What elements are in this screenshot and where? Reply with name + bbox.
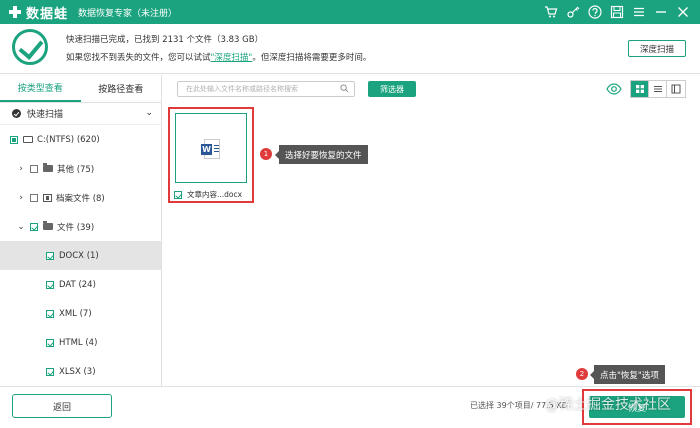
- folder-icon: [43, 221, 53, 230]
- step2-tooltip: 点击"恢复"选项: [590, 365, 665, 384]
- folder-icon: [43, 163, 53, 172]
- dat-checkbox[interactable]: [46, 280, 54, 289]
- tree-item-label: DOCX (1): [59, 250, 99, 261]
- list-view-icon[interactable]: [649, 81, 667, 97]
- search-box[interactable]: [177, 81, 355, 97]
- scan-status-panel: 快速扫描已完成，已找到 2131 个文件（3.83 GB） 如果您找不到丢失的文…: [0, 24, 700, 74]
- step1-badge: 1: [260, 148, 272, 160]
- check-circle-icon: [12, 29, 48, 65]
- docx-checkbox[interactable]: [46, 251, 54, 260]
- key-icon[interactable]: [562, 1, 584, 23]
- tree-item-other[interactable]: › 其他 (75): [0, 154, 161, 183]
- xlsx-checkbox[interactable]: [46, 367, 54, 376]
- step1-tooltip: 选择好要恢复的文件: [275, 145, 368, 164]
- deep-scan-link[interactable]: "深度扫描": [211, 53, 253, 63]
- chevron-down-icon[interactable]: ⌄: [16, 222, 26, 232]
- archive-checkbox[interactable]: [30, 193, 38, 202]
- chevron-down-icon[interactable]: ⌄: [145, 108, 153, 118]
- save-icon[interactable]: [606, 1, 628, 23]
- menu-icon[interactable]: [628, 1, 650, 23]
- tree-item-label: DAT (24): [59, 279, 96, 290]
- tree-item-xml[interactable]: XML (7): [0, 299, 161, 328]
- tree-item-docx[interactable]: DOCX (1): [0, 241, 161, 270]
- main-toolbar: 筛选器: [163, 75, 700, 103]
- search-input[interactable]: [186, 85, 336, 93]
- tab-by-path[interactable]: 按路径查看: [81, 75, 162, 102]
- archive-icon: [43, 193, 52, 202]
- plus-logo-icon: [8, 5, 22, 19]
- tree-item-label: XLSX (3): [59, 366, 96, 377]
- help-icon[interactable]: [584, 1, 606, 23]
- tree-item-xlsx[interactable]: XLSX (3): [0, 357, 161, 386]
- logo-text: 数据蛙: [26, 6, 69, 22]
- title-bar: 数据蛙 数据恢复专家（未注册）: [0, 0, 700, 24]
- drive-checkbox[interactable]: [10, 135, 18, 144]
- file-thumbnail[interactable]: W: [175, 113, 247, 183]
- chevron-right-icon[interactable]: ›: [16, 164, 26, 174]
- view-mode-switch: [630, 80, 686, 98]
- tree-item-html[interactable]: HTML (4): [0, 328, 161, 357]
- other-checkbox[interactable]: [30, 164, 38, 173]
- tree-item-label: 档案文件 (8): [56, 193, 105, 204]
- drive-icon: [23, 136, 33, 143]
- minimize-icon[interactable]: [650, 1, 672, 23]
- grid-view-icon[interactable]: [631, 81, 649, 97]
- tree-item-dat[interactable]: DAT (24): [0, 270, 161, 299]
- detail-view-icon[interactable]: [667, 81, 685, 97]
- tree-item-label: 文件 (39): [57, 222, 95, 233]
- scan-mode-label: 快速扫描: [27, 110, 64, 120]
- scan-mode-selector[interactable]: 快速扫描 ⌄: [0, 103, 161, 125]
- tree-item-label: C:(NTFS) (620): [37, 134, 100, 145]
- file-checkbox[interactable]: [174, 190, 182, 199]
- search-icon[interactable]: [340, 84, 349, 93]
- scan-hint-text: 如果您找不到丢失的文件，您可以试试"深度扫描"。但深度扫描将需要更多时间。: [66, 51, 371, 63]
- filter-button[interactable]: 筛选器: [368, 81, 416, 97]
- tree-item-drive[interactable]: C:(NTFS) (620): [0, 125, 161, 154]
- tree-item-label: HTML (4): [59, 337, 98, 348]
- view-tabs: 按类型查看 按路径查看: [0, 75, 161, 103]
- close-icon[interactable]: [672, 1, 694, 23]
- tree-item-documents[interactable]: ⌄ 文件 (39): [0, 212, 161, 241]
- step2-badge: 2: [576, 368, 588, 380]
- scan-result-text: 快速扫描已完成，已找到 2131 个文件（3.83 GB）: [66, 35, 264, 45]
- tree-item-label: XML (7): [59, 308, 92, 319]
- cart-icon[interactable]: [540, 1, 562, 23]
- documents-checkbox[interactable]: [30, 222, 38, 231]
- scan-hint-prefix: 如果您找不到丢失的文件，您可以试试: [66, 53, 211, 63]
- tree-item-archive[interactable]: › 档案文件 (8): [0, 183, 161, 212]
- tab-by-type[interactable]: 按类型查看: [0, 75, 81, 102]
- file-label: 文章内容...docx: [174, 189, 242, 200]
- deep-scan-button[interactable]: 深度扫描: [628, 40, 686, 57]
- file-name: 文章内容...docx: [187, 190, 243, 199]
- eye-icon[interactable]: [606, 82, 622, 96]
- check-dot-icon: [12, 109, 21, 118]
- chevron-right-icon[interactable]: ›: [16, 193, 26, 203]
- app-title: 数据恢复专家（未注册）: [78, 8, 178, 19]
- html-checkbox[interactable]: [46, 338, 54, 347]
- watermark: @稀土掘金技术社区: [545, 397, 671, 413]
- back-button[interactable]: 返回: [12, 394, 112, 418]
- xml-checkbox[interactable]: [46, 309, 54, 318]
- sidebar: 按类型查看 按路径查看 快速扫描 ⌄ C:(NTFS) (620) › 其他 (…: [0, 75, 162, 386]
- word-doc-icon: W: [201, 139, 220, 159]
- scan-hint-suffix: 。但深度扫描将需要更多时间。: [252, 53, 372, 63]
- file-card[interactable]: W 文章内容...docx: [168, 107, 254, 203]
- tree-item-label: 其他 (75): [57, 164, 95, 175]
- app-logo: 数据蛙: [8, 3, 68, 22]
